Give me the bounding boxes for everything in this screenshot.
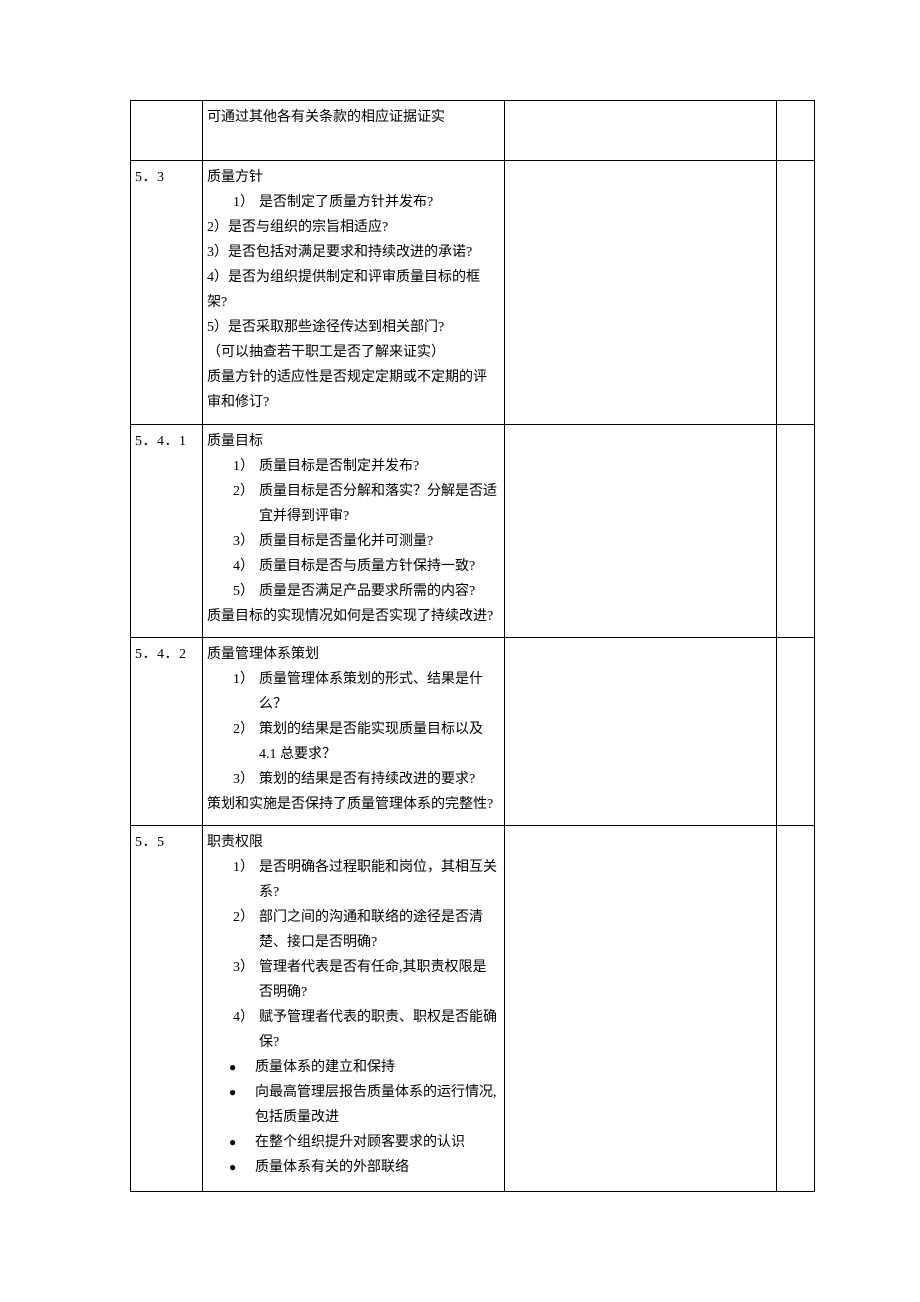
list-text: 策划的结果是否能实现质量目标以及4.1 总要求？ [259,717,498,767]
list-text: 质量目标是否量化并可测量? [259,529,498,554]
list-marker: 1） [229,855,259,880]
content-cell: 职责权限1）是否明确各过程职能和岗位，其相互关系?2）部门之间的沟通和联络的途径… [203,825,505,1191]
list-text: 质量目标是否制定并发布? [259,454,498,479]
numbered-item: 3）策划的结果是否有持续改进的要求? [207,767,498,792]
list-marker: 5） [229,579,259,604]
result-cell [777,638,815,826]
numbered-item: 1）质量管理体系策划的形式、结果是什么？ [207,667,498,717]
list-marker: 1） [229,454,259,479]
evidence-cell [505,425,777,638]
clause-id-cell: 5．5 [131,825,203,1191]
numbered-item: 3）质量目标是否量化并可测量? [207,529,498,554]
list-text: 管理者代表是否有任命,其职责权限是否明确? [259,955,498,1005]
numbered-item: 4）赋予管理者代表的职责、职权是否能确保? [207,1005,498,1055]
list-marker: 2） [229,479,259,504]
evidence-cell [505,101,777,161]
result-cell [777,101,815,161]
clause-id-cell: 5．4．1 [131,425,203,638]
text-line: 3）是否包括对满足要求和持续改进的承诺? [207,240,498,265]
list-marker: 1） [229,190,259,215]
result-cell [777,825,815,1191]
numbered-item: 5）质量是否满足产品要求所需的内容? [207,579,498,604]
bullet-icon: ● [229,1130,255,1155]
list-marker: 4） [229,1005,259,1030]
list-marker: 1） [229,667,259,692]
document-page: 可通过其他各有关条款的相应证据证实5．3质量方针1）是否制定了质量方针并发布?2… [0,0,920,1302]
text-line: 2）是否与组织的宗旨相适应? [207,215,498,240]
bullet-text: 质量体系有关的外部联络 [255,1155,498,1180]
bullet-text: 在整个组织提升对顾客要求的认识 [255,1130,498,1155]
evidence-cell [505,825,777,1191]
bullet-item: ●向最高管理层报告质量体系的运行情况,包括质量改进 [207,1080,498,1130]
list-text: 质量管理体系策划的形式、结果是什么？ [259,667,498,717]
text-line: 4）是否为组织提供制定和评审质量目标的框架? [207,265,498,315]
numbered-item: 2）策划的结果是否能实现质量目标以及4.1 总要求？ [207,717,498,767]
checklist-table: 可通过其他各有关条款的相应证据证实5．3质量方针1）是否制定了质量方针并发布?2… [130,100,815,1192]
text-line: （可以抽查若干职工是否了解来证实） [207,340,498,365]
text-line: 5）是否采取那些途径传达到相关部门? [207,315,498,340]
text-line: 可通过其他各有关条款的相应证据证实 [207,105,498,130]
clause-id-cell: 5．4．2 [131,638,203,826]
numbered-item: 4）质量目标是否与质量方针保持一致? [207,554,498,579]
bullet-item: ●在整个组织提升对顾客要求的认识 [207,1130,498,1155]
text-line: 质量目标的实现情况如何是否实现了持续改进? [207,604,498,629]
numbered-item: 2）部门之间的沟通和联络的途径是否清楚、接口是否明确? [207,905,498,955]
content-cell: 质量方针1）是否制定了质量方针并发布?2）是否与组织的宗旨相适应?3）是否包括对… [203,161,505,425]
list-text: 是否制定了质量方针并发布? [259,190,498,215]
list-marker: 3） [229,955,259,980]
list-text: 质量是否满足产品要求所需的内容? [259,579,498,604]
table-row: 5．3质量方针1）是否制定了质量方针并发布?2）是否与组织的宗旨相适应?3）是否… [131,161,815,425]
bullet-text: 质量体系的建立和保持 [255,1055,498,1080]
content-cell: 可通过其他各有关条款的相应证据证实 [203,101,505,161]
text-line: 质量管理体系策划 [207,642,498,667]
list-marker: 3） [229,767,259,792]
numbered-item: 1）质量目标是否制定并发布? [207,454,498,479]
bullet-icon: ● [229,1080,255,1105]
result-cell [777,425,815,638]
table-row: 5．5职责权限1）是否明确各过程职能和岗位，其相互关系?2）部门之间的沟通和联络… [131,825,815,1191]
list-text: 质量目标是否分解和落实？分解是否适宜并得到评审? [259,479,498,529]
bullet-item: ●质量体系的建立和保持 [207,1055,498,1080]
numbered-item: 3）管理者代表是否有任命,其职责权限是否明确? [207,955,498,1005]
list-marker: 3） [229,529,259,554]
list-marker: 2） [229,717,259,742]
text-line: 质量目标 [207,429,498,454]
table-row: 5．4．2质量管理体系策划1）质量管理体系策划的形式、结果是什么？2）策划的结果… [131,638,815,826]
text-line: 质量方针 [207,165,498,190]
table-row: 可通过其他各有关条款的相应证据证实 [131,101,815,161]
list-text: 策划的结果是否有持续改进的要求? [259,767,498,792]
clause-id-cell [131,101,203,161]
result-cell [777,161,815,425]
evidence-cell [505,638,777,826]
numbered-item: 1）是否制定了质量方针并发布? [207,190,498,215]
text-line: 策划和实施是否保持了质量管理体系的完整性? [207,792,498,817]
bullet-item: ●质量体系有关的外部联络 [207,1155,498,1180]
content-cell: 质量管理体系策划1）质量管理体系策划的形式、结果是什么？2）策划的结果是否能实现… [203,638,505,826]
numbered-item: 1）是否明确各过程职能和岗位，其相互关系? [207,855,498,905]
bullet-icon: ● [229,1055,255,1080]
list-text: 部门之间的沟通和联络的途径是否清楚、接口是否明确? [259,905,498,955]
table-row: 5．4．1质量目标1）质量目标是否制定并发布?2）质量目标是否分解和落实？分解是… [131,425,815,638]
content-cell: 质量目标1）质量目标是否制定并发布?2）质量目标是否分解和落实？分解是否适宜并得… [203,425,505,638]
bullet-icon: ● [229,1155,255,1180]
evidence-cell [505,161,777,425]
list-text: 质量目标是否与质量方针保持一致? [259,554,498,579]
text-line: 职责权限 [207,830,498,855]
bullet-text: 向最高管理层报告质量体系的运行情况,包括质量改进 [255,1080,498,1130]
list-text: 是否明确各过程职能和岗位，其相互关系? [259,855,498,905]
clause-id-cell: 5．3 [131,161,203,425]
list-marker: 2） [229,905,259,930]
list-marker: 4） [229,554,259,579]
text-line: 质量方针的适应性是否规定定期或不定期的评审和修订? [207,365,498,415]
list-text: 赋予管理者代表的职责、职权是否能确保? [259,1005,498,1055]
numbered-item: 2）质量目标是否分解和落实？分解是否适宜并得到评审? [207,479,498,529]
